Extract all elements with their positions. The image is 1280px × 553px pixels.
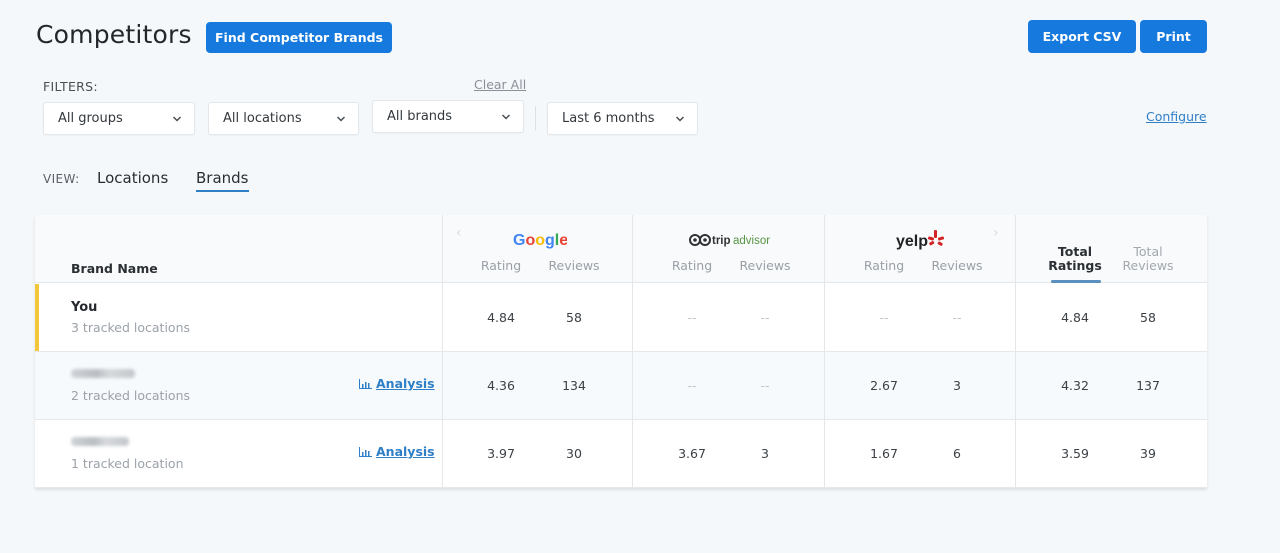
google-reviews: 58: [566, 310, 582, 325]
svg-text:trip: trip: [712, 235, 731, 247]
filters-label: FILTERS:: [43, 79, 98, 94]
total-reviews: 137: [1136, 378, 1160, 393]
locations-select[interactable]: All locations: [208, 102, 359, 135]
svg-text:Google: Google: [513, 232, 567, 249]
yelp-rating: 2.67: [870, 378, 898, 393]
view-label: VIEW:: [43, 172, 80, 186]
total-reviews-label-1: Total: [1133, 244, 1163, 259]
brand-name-redacted: [71, 437, 129, 446]
svg-text:advisor: advisor: [733, 235, 770, 247]
svg-text:yelp: yelp: [896, 233, 928, 250]
yelp-rating: 1.67: [870, 446, 898, 461]
yelp-reviews: 3: [953, 378, 961, 393]
total-ratings-label-1: Total: [1057, 244, 1093, 259]
yelp-rating: --: [879, 310, 889, 325]
google-rating: 4.36: [487, 378, 515, 393]
yelp-logo-icon: yelp: [861, 229, 981, 251]
google-rating: 3.97: [487, 446, 515, 461]
total-reviews-header[interactable]: Total Reviews: [1113, 245, 1183, 273]
chevron-right-icon[interactable]: ›: [993, 225, 999, 241]
yelp-reviews: --: [952, 310, 962, 325]
groups-select-value: All groups: [58, 111, 123, 126]
chevron-down-icon: [501, 113, 511, 120]
table-header: Brand Name ‹ › Google Rating Reviews tri…: [35, 215, 1207, 283]
locations-select-value: All locations: [223, 111, 302, 126]
table-row: 2 tracked locations Analysis 4.36 134 --…: [35, 352, 1207, 420]
brands-select-value: All brands: [387, 109, 453, 124]
tripadvisor-reviews: --: [760, 378, 770, 393]
tracked-locations: 1 tracked location: [71, 456, 184, 471]
find-competitor-brands-button[interactable]: Find Competitor Brands: [206, 22, 392, 53]
total-rating: 4.84: [1061, 310, 1089, 325]
page-title: Competitors: [36, 20, 192, 49]
tripadvisor-reviews: 3: [761, 446, 769, 461]
tripadvisor-rating-header: Rating: [671, 258, 713, 273]
column-divider: [1015, 215, 1016, 488]
tab-locations[interactable]: Locations: [97, 169, 168, 187]
analysis-label: Analysis: [376, 444, 435, 459]
bar-chart-icon: [359, 446, 372, 457]
tracked-locations: 3 tracked locations: [71, 320, 191, 335]
column-divider: [824, 215, 825, 488]
total-reviews-label-2: Reviews: [1122, 258, 1174, 273]
bar-chart-icon: [359, 378, 372, 389]
column-divider: [442, 215, 443, 488]
google-reviews: 30: [566, 446, 582, 461]
print-button[interactable]: Print: [1140, 20, 1207, 53]
table-row: You 3 tracked locations 4.84 58 -- -- --…: [35, 284, 1207, 352]
chevron-down-icon: [172, 115, 182, 122]
total-rating: 3.59: [1061, 446, 1089, 461]
tripadvisor-rating: --: [687, 310, 697, 325]
total-rating: 4.32: [1061, 378, 1089, 393]
clear-all-link[interactable]: Clear All: [474, 77, 526, 92]
period-select-value: Last 6 months: [562, 111, 655, 126]
tracked-locations: 2 tracked locations: [71, 388, 191, 403]
google-logo-icon: Google: [480, 229, 600, 251]
tripadvisor-rating: --: [687, 378, 697, 393]
brand-name: You: [71, 300, 98, 315]
tripadvisor-rating: 3.67: [678, 446, 706, 461]
period-select[interactable]: Last 6 months: [547, 102, 698, 135]
total-reviews: 39: [1140, 446, 1156, 461]
you-highlight-bar: [35, 284, 39, 351]
tripadvisor-reviews-header: Reviews: [739, 258, 791, 273]
competitors-table: Brand Name ‹ › Google Rating Reviews tri…: [35, 215, 1207, 488]
brand-name-redacted: [71, 369, 135, 378]
total-ratings-header[interactable]: Total Ratings: [1040, 245, 1110, 273]
google-rating: 4.84: [487, 310, 515, 325]
analysis-link[interactable]: Analysis: [359, 444, 435, 459]
chevron-down-icon: [336, 115, 346, 122]
google-rating-header: Rating: [480, 258, 522, 273]
export-csv-button[interactable]: Export CSV: [1028, 20, 1136, 53]
analysis-link[interactable]: Analysis: [359, 376, 435, 391]
analysis-label: Analysis: [376, 376, 435, 391]
google-reviews: 134: [562, 378, 586, 393]
tripadvisor-logo-icon: trip advisor: [670, 229, 790, 251]
groups-select[interactable]: All groups: [43, 102, 195, 135]
chevron-down-icon: [675, 115, 685, 122]
brand-name-header: Brand Name: [71, 261, 158, 276]
yelp-reviews: 6: [953, 446, 961, 461]
configure-link[interactable]: Configure: [1146, 109, 1207, 124]
filter-divider: [535, 106, 536, 130]
yelp-reviews-header: Reviews: [931, 258, 983, 273]
total-reviews: 58: [1140, 310, 1156, 325]
google-reviews-header: Reviews: [548, 258, 600, 273]
table-row: 1 tracked location Analysis 3.97 30 3.67…: [35, 420, 1207, 488]
yelp-rating-header: Rating: [863, 258, 905, 273]
brands-select[interactable]: All brands: [372, 100, 524, 133]
sort-indicator: [1051, 280, 1101, 283]
tab-brands[interactable]: Brands: [196, 169, 249, 192]
tripadvisor-reviews: --: [760, 310, 770, 325]
column-divider: [632, 215, 633, 488]
chevron-left-icon[interactable]: ‹: [456, 225, 462, 241]
total-ratings-label-2: Ratings: [1048, 258, 1102, 273]
